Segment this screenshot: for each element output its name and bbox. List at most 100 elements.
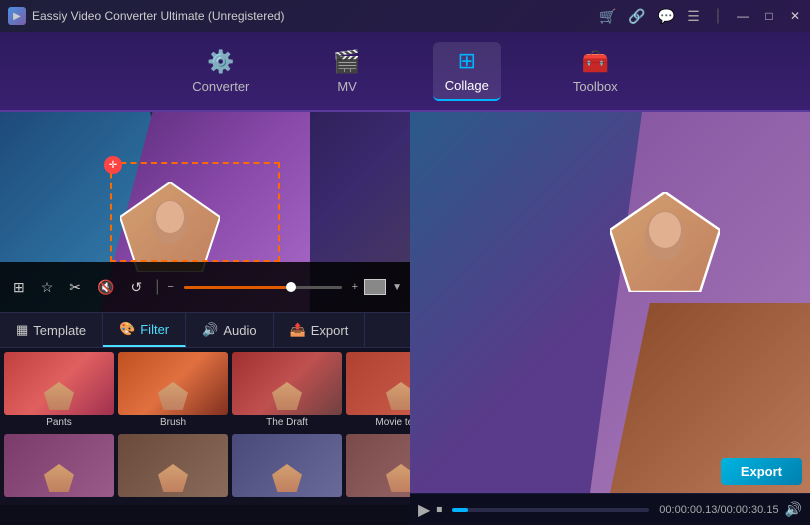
tab-audio-label: Audio	[223, 323, 256, 338]
stop-button[interactable]: ⏹	[436, 502, 442, 517]
filter-thumb-r2b[interactable]	[118, 434, 228, 497]
nav-mv[interactable]: 🎬 MV	[321, 43, 372, 100]
filter-thumb-pants[interactable]	[4, 352, 114, 415]
filter-item-r2b[interactable]	[118, 434, 228, 497]
app-icon: ▶	[8, 7, 26, 25]
volume-button[interactable]: 🔊	[785, 501, 802, 518]
thumb-portrait	[44, 382, 74, 410]
filter-item-r2a[interactable]	[4, 434, 114, 497]
thumb-portrait	[272, 382, 302, 410]
toolbox-icon: 🧰	[582, 49, 609, 75]
tab-filter[interactable]: 🎨 Filter	[103, 313, 186, 347]
bottom-tabs: ▦ Template 🎨 Filter 🔊 Audio 📤 Export	[0, 312, 410, 348]
tool-undo[interactable]: ↺	[125, 276, 147, 299]
right-panel: Export ▶ ⏹ 00:00:00.13/00:00:30.15 🔊	[410, 112, 810, 525]
progress-fill	[452, 508, 468, 512]
filter-label-movieteller: Movie teller	[375, 417, 410, 428]
tool-mute[interactable]: 🔇	[92, 276, 119, 299]
nav-collage[interactable]: ⊞ Collage	[433, 42, 501, 101]
menu-icon[interactable]: ☰	[687, 8, 700, 25]
title-bar: ▶ Eassiy Video Converter Ultimate (Unreg…	[0, 0, 810, 32]
filter-label-draft: The Draft	[266, 417, 308, 428]
volume-slider[interactable]	[184, 286, 342, 289]
app-title: Eassiy Video Converter Ultimate (Unregis…	[32, 9, 285, 23]
tab-template[interactable]: ▦ Template	[0, 313, 103, 347]
nav-toolbox[interactable]: 🧰 Toolbox	[561, 43, 630, 100]
play-button[interactable]: ▶	[418, 500, 430, 520]
title-controls: 🛒 🔗 💬 ☰ | — □ ✕	[599, 7, 802, 25]
tool-crop[interactable]: ⊞	[8, 276, 30, 299]
right-preview: Export	[410, 112, 810, 493]
nav-converter-label: Converter	[192, 79, 249, 94]
right-portrait-pentagon	[610, 192, 720, 292]
separator: |	[155, 278, 159, 296]
mv-icon: 🎬	[333, 49, 360, 75]
title-left: ▶ Eassiy Video Converter Ultimate (Unreg…	[8, 7, 285, 25]
filter-thumb-movieteller[interactable]	[346, 352, 410, 415]
cart-icon[interactable]: 🛒	[599, 8, 616, 25]
filter-label-pants: Pants	[46, 417, 72, 428]
vol-plus[interactable]: +	[352, 281, 358, 293]
nav-toolbox-label: Toolbox	[573, 79, 618, 94]
audio-tab-icon: 🔊	[202, 322, 218, 338]
video-preview: ✛ ⊞ ☆ ✂ 🔇 ↺ | − + ▼	[0, 112, 410, 312]
filter-thumb-r2c[interactable]	[232, 434, 342, 497]
filter-tab-icon: 🎨	[119, 321, 135, 337]
dropdown-button[interactable]: ▼	[392, 282, 402, 293]
slider-track	[184, 286, 342, 289]
nav-bar: ⚙️ Converter 🎬 MV ⊞ Collage 🧰 Toolbox	[0, 32, 810, 112]
thumb-portrait	[386, 464, 410, 492]
vol-minus[interactable]: −	[167, 281, 173, 293]
progress-track[interactable]	[452, 508, 649, 512]
filter-grid: Pants Brush The Draft	[0, 348, 410, 505]
thumb-portrait	[158, 464, 188, 492]
tab-export[interactable]: 📤 Export	[274, 313, 366, 347]
filter-item-movieteller[interactable]: Movie teller	[346, 352, 410, 430]
nav-collage-label: Collage	[445, 78, 489, 93]
filter-thumb-r2a[interactable]	[4, 434, 114, 497]
slider-thumb	[286, 282, 296, 292]
close-button[interactable]: ✕	[788, 9, 802, 23]
link-icon[interactable]: 🔗	[628, 8, 645, 25]
thumb-portrait	[44, 464, 74, 492]
slider-fill	[184, 286, 287, 289]
nav-converter[interactable]: ⚙️ Converter	[180, 43, 261, 100]
time-display: 00:00:00.13/00:00:30.15	[659, 504, 778, 516]
main-content: ✛ ⊞ ☆ ✂ 🔇 ↺ | − + ▼	[0, 112, 810, 525]
filter-thumb-r2d[interactable]	[346, 434, 410, 497]
selection-handle[interactable]: ✛	[104, 156, 122, 174]
collage-icon: ⊞	[458, 48, 476, 74]
toolbar-overlay: ⊞ ☆ ✂ 🔇 ↺ | − + ▼	[0, 262, 410, 312]
converter-icon: ⚙️	[207, 49, 234, 75]
thumb-portrait	[272, 464, 302, 492]
filter-row-2	[4, 434, 406, 497]
tool-scissors[interactable]: ✂	[64, 276, 86, 299]
filter-item-pants[interactable]: Pants	[4, 352, 114, 430]
tab-filter-label: Filter	[140, 322, 169, 337]
thumb-portrait	[386, 382, 410, 410]
chat-icon[interactable]: 💬	[658, 8, 675, 25]
right-controls: ▶ ⏹ 00:00:00.13/00:00:30.15 🔊	[410, 493, 810, 525]
filter-label-brush: Brush	[160, 417, 186, 428]
template-tab-icon: ▦	[16, 322, 28, 338]
tab-audio[interactable]: 🔊 Audio	[186, 313, 273, 347]
filter-item-r2c[interactable]	[232, 434, 342, 497]
color-swatch[interactable]	[364, 279, 386, 295]
left-panel: ✛ ⊞ ☆ ✂ 🔇 ↺ | − + ▼	[0, 112, 410, 525]
tab-template-label: Template	[33, 323, 86, 338]
filter-item-brush[interactable]: Brush	[118, 352, 228, 430]
filter-item-draft[interactable]: The Draft	[232, 352, 342, 430]
tool-star[interactable]: ☆	[36, 276, 59, 299]
thumb-portrait	[158, 382, 188, 410]
tab-export-label: Export	[311, 323, 349, 338]
selection-box: ✛	[110, 162, 280, 262]
export-button[interactable]: Export	[721, 458, 802, 485]
filter-row-1: Pants Brush The Draft	[4, 352, 406, 430]
filter-thumb-draft[interactable]	[232, 352, 342, 415]
minimize-button[interactable]: —	[736, 9, 750, 23]
maximize-button[interactable]: □	[762, 9, 776, 23]
export-tab-icon: 📤	[290, 322, 306, 338]
filter-item-r2d[interactable]	[346, 434, 410, 497]
nav-mv-label: MV	[337, 79, 357, 94]
filter-thumb-brush[interactable]	[118, 352, 228, 415]
